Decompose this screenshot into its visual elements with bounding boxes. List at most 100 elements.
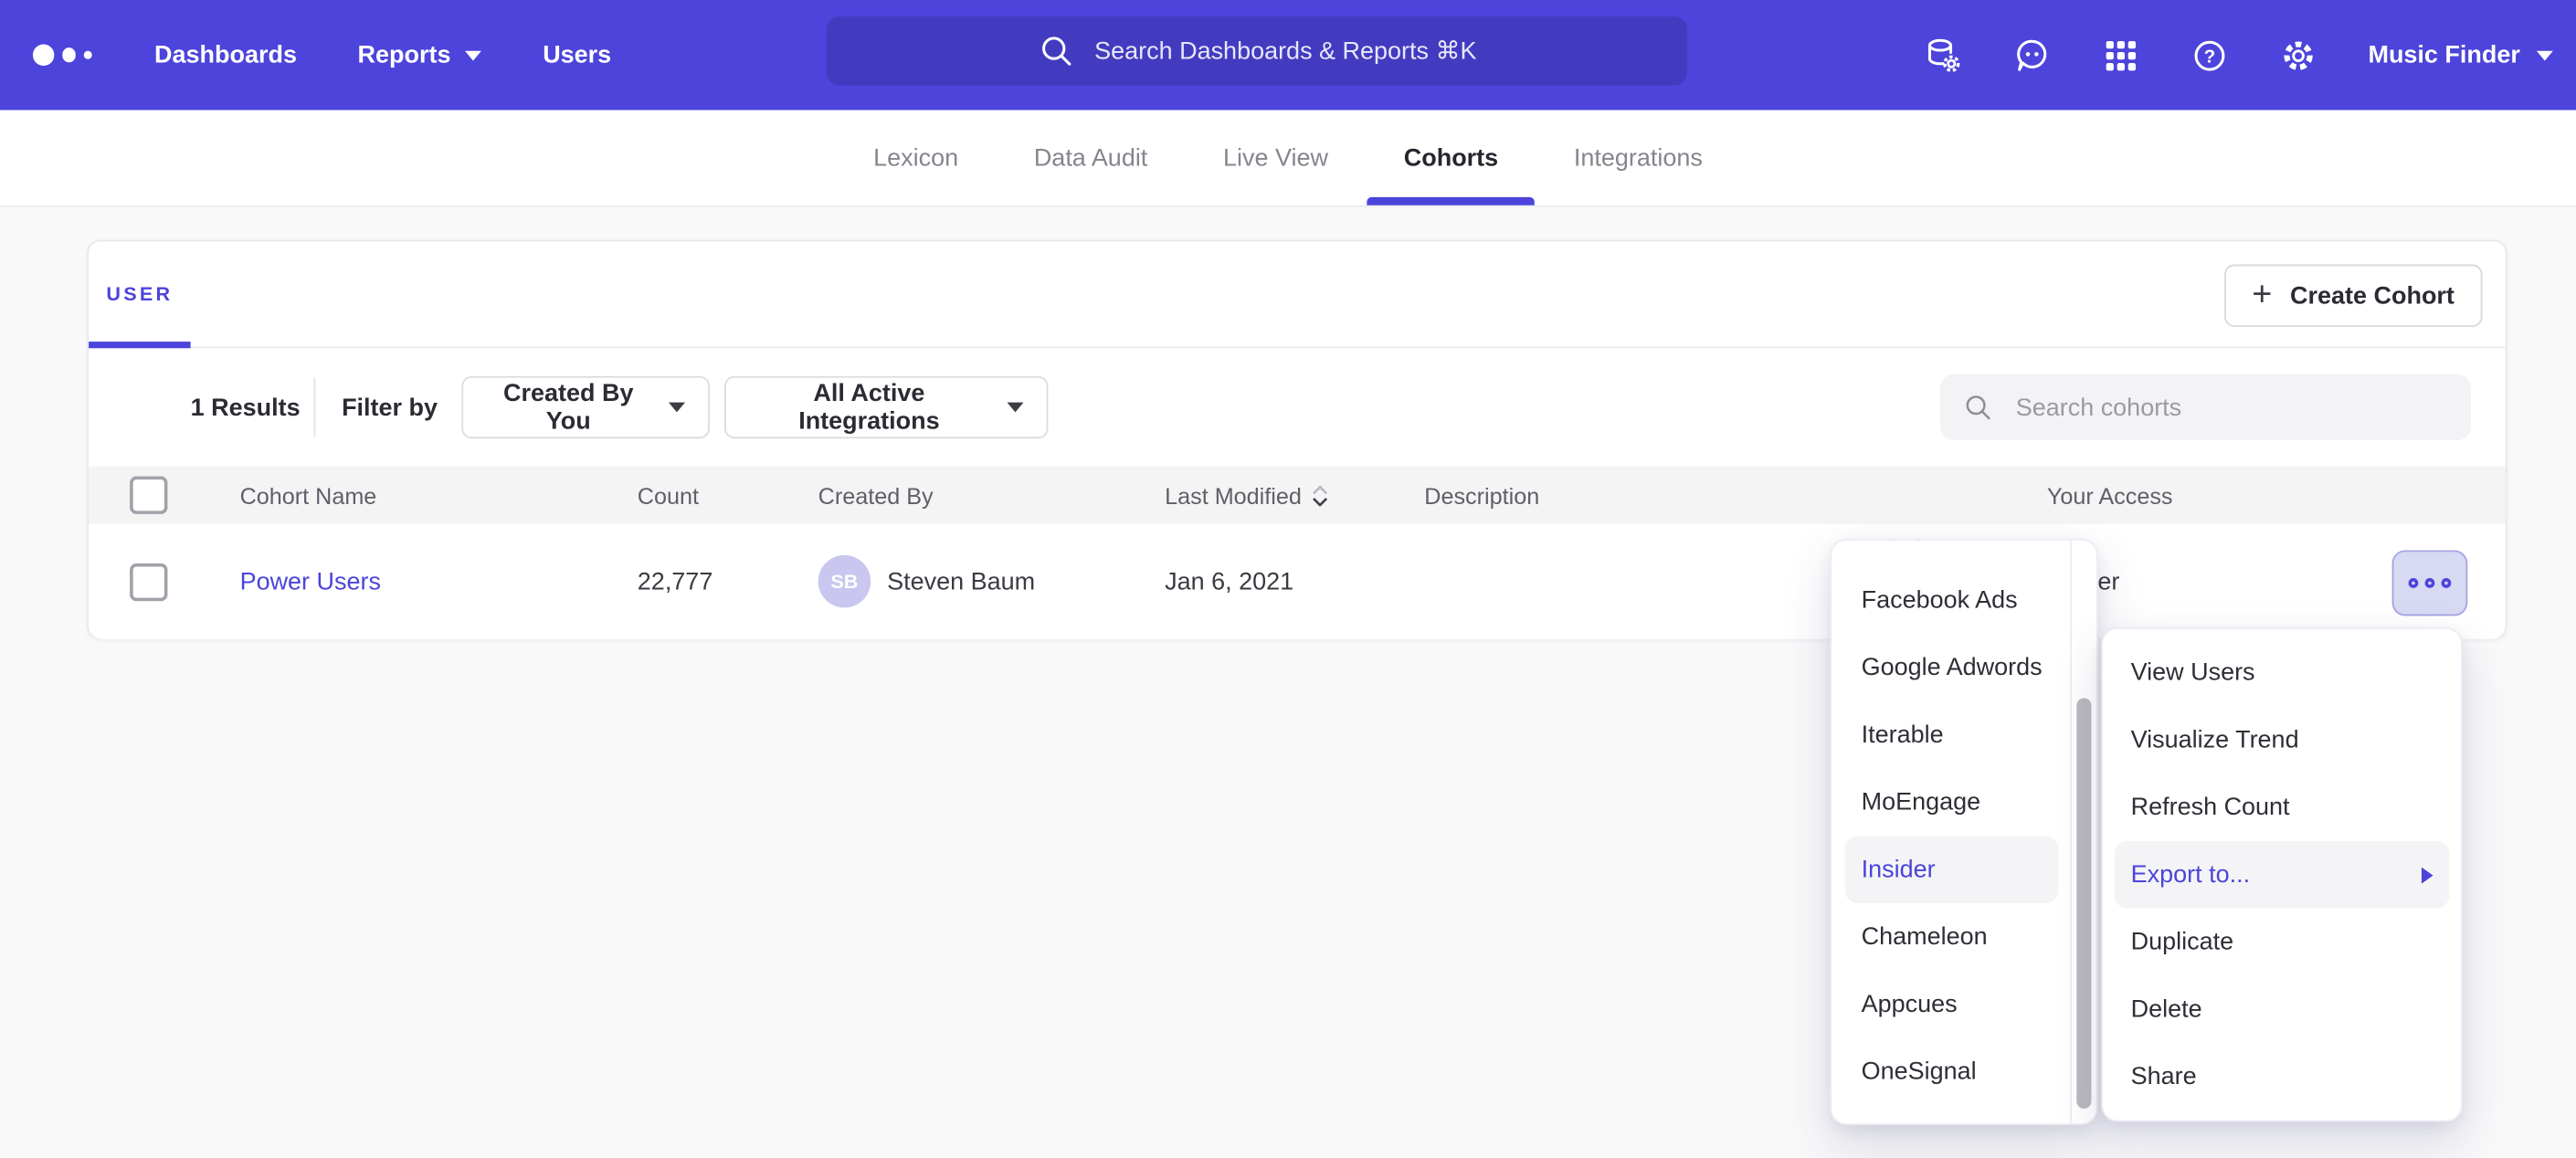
sort-icon	[1312, 482, 1330, 509]
search-icon	[1961, 391, 1994, 424]
filter-by-label: Filter by	[342, 348, 438, 466]
last-modified-cell: Jan 6, 2021	[1165, 524, 1293, 639]
export-to-submenu: Braze Facebook Ads Google Adwords Iterab…	[1830, 539, 2097, 1125]
menu-item-facebook-ads[interactable]: Facebook Ads	[1845, 566, 2059, 634]
cohort-type-tabs: USER + Create Cohort	[89, 241, 2506, 348]
results-count: 1 Results	[191, 348, 301, 466]
row-more-actions-button[interactable]	[2392, 550, 2468, 616]
menu-item-label: Braze	[1862, 539, 1926, 547]
export-target-list: Braze Facebook Ads Google Adwords Iterab…	[1832, 539, 2072, 1105]
cohort-search-box[interactable]	[1940, 374, 2471, 440]
menu-item-label: View Users	[2131, 658, 2255, 687]
menu-item-chameleon[interactable]: Chameleon	[1845, 903, 2059, 971]
tab-data-audit[interactable]: Data Audit	[1034, 110, 1147, 205]
menu-item-label: Visualize Trend	[2131, 726, 2299, 754]
menu-item-export-to[interactable]: Export to...	[2115, 841, 2450, 909]
menu-item-appcues[interactable]: Appcues	[1845, 971, 2059, 1038]
chevron-down-icon	[2537, 50, 2553, 60]
menu-item-braze[interactable]: Braze	[1845, 539, 2059, 567]
menu-item-google-adwords[interactable]: Google Adwords	[1845, 634, 2059, 701]
global-search-input[interactable]: Search Dashboards & Reports ⌘K	[827, 16, 1687, 86]
tab-cohorts[interactable]: Cohorts	[1404, 110, 1498, 205]
cohort-count: 22,777	[638, 524, 713, 639]
nav-item-users[interactable]: Users	[543, 41, 611, 69]
cohort-name-link[interactable]: Power Users	[240, 567, 381, 595]
menu-item-iterable[interactable]: Iterable	[1845, 701, 2059, 769]
menu-item-moengage[interactable]: MoEngage	[1845, 769, 2059, 837]
menu-item-visualize-trend[interactable]: Visualize Trend	[2115, 706, 2450, 774]
nav-item-reports[interactable]: Reports	[358, 41, 482, 69]
menu-item-label: Google Adwords	[1862, 654, 2043, 682]
menu-item-insider[interactable]: Insider	[1845, 836, 2059, 903]
settings-gear-icon[interactable]	[2279, 36, 2318, 75]
tab-integrations[interactable]: Integrations	[1574, 110, 1703, 205]
global-search-placeholder: Search Dashboards & Reports ⌘K	[1094, 37, 1476, 66]
column-cohort-name[interactable]: Cohort Name	[240, 467, 377, 524]
menu-item-onesignal[interactable]: OneSignal	[1845, 1038, 2059, 1106]
mixpanel-logo-icon[interactable]	[33, 45, 92, 66]
row-checkbox[interactable]	[130, 563, 167, 600]
filter-toolbar: 1 Results Filter by Created By You All A…	[89, 348, 2506, 466]
menu-item-label: MoEngage	[1862, 788, 1981, 816]
project-switcher[interactable]: Music Finder	[2368, 41, 2552, 69]
scrollbar-track[interactable]	[2070, 541, 2096, 1123]
menu-item-refresh-count[interactable]: Refresh Count	[2115, 774, 2450, 841]
menu-item-label: Iterable	[1862, 721, 1944, 750]
menu-item-duplicate[interactable]: Duplicate	[2115, 909, 2450, 976]
integrations-filter-value: All Active Integrations	[749, 379, 989, 435]
menu-item-label: Insider	[1862, 856, 1936, 884]
tab-label: Cohorts	[1404, 143, 1498, 172]
column-created-by[interactable]: Created By	[818, 467, 934, 524]
column-description[interactable]: Description	[1424, 467, 1539, 524]
tab-user-cohorts[interactable]: USER	[89, 241, 191, 346]
search-icon	[1037, 31, 1076, 70]
menu-item-delete[interactable]: Delete	[2115, 975, 2450, 1043]
column-your-access[interactable]: Your Access	[2047, 467, 2173, 524]
tab-label: Integrations	[1574, 143, 1703, 172]
tab-label: USER	[106, 282, 173, 305]
cohort-search-input[interactable]	[2012, 392, 2449, 423]
menu-item-label: Delete	[2131, 995, 2202, 1024]
app-root: Dashboards Reports Users Search Dashboar…	[0, 0, 2576, 1158]
table-row: Power Users 22,777 SB Steven Baum Jan 6,…	[89, 524, 2506, 639]
created-by-filter-dropdown[interactable]: Created By You	[461, 376, 710, 438]
nav-item-dashboards[interactable]: Dashboards	[154, 41, 297, 69]
divider	[314, 378, 316, 437]
tab-label: Data Audit	[1034, 143, 1147, 172]
database-gear-icon[interactable]	[1925, 36, 1964, 75]
select-all-checkbox[interactable]	[130, 477, 167, 514]
project-name: Music Finder	[2368, 41, 2519, 69]
created-by-filter-value: Created By You	[486, 379, 650, 435]
menu-item-label: OneSignal	[1862, 1058, 1977, 1086]
menu-item-label: Facebook Ads	[1862, 586, 2018, 615]
chevron-down-icon	[669, 403, 685, 413]
menu-item-label: Duplicate	[2131, 928, 2233, 956]
tab-lexicon[interactable]: Lexicon	[873, 110, 958, 205]
nav-item-label: Users	[543, 41, 611, 69]
created-by-cell: SB Steven Baum	[818, 524, 1036, 639]
chevron-down-icon	[1007, 403, 1023, 413]
tab-live-view[interactable]: Live View	[1223, 110, 1328, 205]
nav-item-label: Reports	[358, 41, 451, 69]
cohorts-card: USER + Create Cohort 1 Results Filter by…	[87, 240, 2507, 639]
menu-item-label: Export to...	[2131, 860, 2250, 889]
help-icon[interactable]: ?	[2191, 36, 2230, 75]
feedback-icon[interactable]	[2013, 36, 2053, 75]
row-actions-menu: View Users Visualize Trend Refresh Count…	[2101, 627, 2463, 1121]
column-last-modified[interactable]: Last Modified	[1165, 467, 1329, 524]
avatar: SB	[818, 555, 871, 608]
create-cohort-button[interactable]: + Create Cohort	[2224, 265, 2483, 327]
top-navbar: Dashboards Reports Users Search Dashboar…	[0, 0, 2576, 110]
data-management-tabs: Lexicon Data Audit Live View Cohorts Int…	[0, 110, 2576, 206]
menu-item-label: Share	[2131, 1063, 2197, 1091]
integrations-filter-dropdown[interactable]: All Active Integrations	[724, 376, 1048, 438]
nav-item-label: Dashboards	[154, 41, 297, 69]
column-label: Last Modified	[1165, 482, 1302, 509]
table-header: Cohort Name Count Created By Last Modifi…	[89, 467, 2506, 524]
column-count[interactable]: Count	[638, 467, 699, 524]
scrollbar-thumb[interactable]	[2076, 698, 2091, 1109]
menu-item-share[interactable]: Share	[2115, 1043, 2450, 1111]
apps-grid-icon[interactable]	[2102, 36, 2141, 75]
menu-item-label: Chameleon	[1862, 923, 1988, 952]
menu-item-view-users[interactable]: View Users	[2115, 639, 2450, 707]
